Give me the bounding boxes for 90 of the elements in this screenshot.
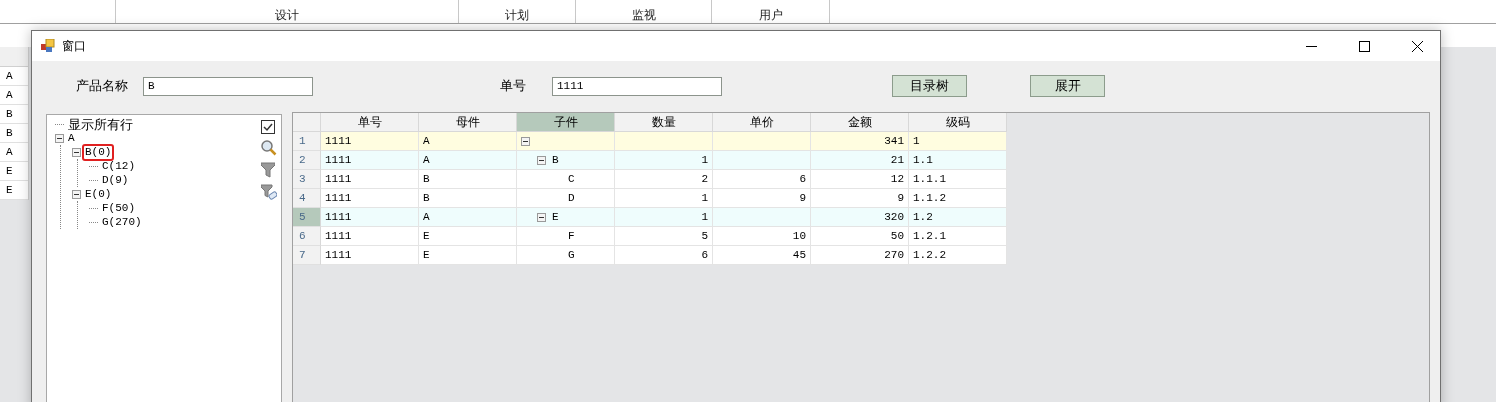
- table-cell: B: [0, 105, 28, 124]
- table-cell: 45: [713, 246, 811, 265]
- part-name: E: [552, 210, 559, 225]
- tree-node[interactable]: B(0): [82, 143, 115, 161]
- table-cell: E: [0, 162, 28, 181]
- table-cell: 50: [811, 227, 909, 246]
- product-name-field[interactable]: B: [143, 76, 313, 96]
- table-cell: 1111: [321, 132, 419, 151]
- collapse-icon[interactable]: [72, 189, 81, 199]
- table-cell: 1.2.2: [909, 246, 1007, 265]
- row-header[interactable]: 3: [293, 170, 321, 189]
- part-name: F: [568, 229, 575, 244]
- part-name: G: [568, 248, 575, 263]
- row-header[interactable]: 6: [293, 227, 321, 246]
- tree-button[interactable]: 目录树: [892, 75, 967, 97]
- table-cell: 341: [811, 132, 909, 151]
- checkbox-icon[interactable]: [261, 120, 275, 134]
- table-cell: A: [0, 143, 28, 162]
- table-cell: 1.2: [909, 208, 1007, 227]
- table-cell: E: [0, 181, 28, 200]
- table-cell: B: [0, 124, 28, 143]
- table-cell: A: [419, 208, 517, 227]
- collapse-icon[interactable]: [72, 147, 81, 157]
- table-cell: 1111: [321, 151, 419, 170]
- table-cell: 1: [615, 189, 713, 208]
- table-cell: 9: [811, 189, 909, 208]
- part-name: B: [552, 153, 559, 168]
- menu-item[interactable]: 计划: [505, 8, 529, 23]
- row-header[interactable]: 2: [293, 151, 321, 170]
- field-label: 单号: [500, 77, 527, 95]
- column-header[interactable]: 单号: [321, 113, 419, 132]
- table-cell: 1111: [321, 227, 419, 246]
- table-cell: 1.2.1: [909, 227, 1007, 246]
- collapse-icon[interactable]: [521, 136, 530, 146]
- table-cell: 270: [811, 246, 909, 265]
- collapse-icon[interactable]: [537, 155, 546, 165]
- table-cell: 1: [615, 208, 713, 227]
- table-cell: 2: [615, 170, 713, 189]
- column-header[interactable]: 子件: [517, 113, 615, 132]
- table-cell: 1.1.1: [909, 170, 1007, 189]
- table-cell: 1111: [321, 246, 419, 265]
- table-cell: 9: [713, 189, 811, 208]
- table-cell: B: [419, 170, 517, 189]
- table-cell: 320: [811, 208, 909, 227]
- row-header[interactable]: 1: [293, 132, 321, 151]
- menu-item[interactable]: 监视: [631, 8, 656, 23]
- close-icon[interactable]: [1411, 40, 1423, 52]
- table-cell: B: [419, 189, 517, 208]
- column-header[interactable]: 级码: [909, 113, 1007, 132]
- table-cell: 21: [811, 151, 909, 170]
- table-cell: 1: [615, 151, 713, 170]
- table-cell: 1.1.2: [909, 189, 1007, 208]
- collapse-icon[interactable]: [537, 212, 546, 222]
- menu-item[interactable]: 设计: [275, 8, 299, 23]
- table-cell: 10: [713, 227, 811, 246]
- table-cell: A: [419, 132, 517, 151]
- search-icon[interactable]: [261, 140, 277, 156]
- table-cell: 1111: [321, 208, 419, 227]
- maximize-icon[interactable]: [1358, 40, 1370, 52]
- table-cell: E: [419, 246, 517, 265]
- part-name: C: [568, 172, 575, 187]
- column-header[interactable]: 母件: [419, 113, 517, 132]
- table-cell: 1: [909, 132, 1007, 151]
- column-header[interactable]: 数量: [615, 113, 713, 132]
- corner-header: [293, 113, 321, 132]
- table-cell: 12: [811, 170, 909, 189]
- field-label: 产品名称: [76, 77, 129, 95]
- filter-icon[interactable]: [261, 162, 275, 178]
- collapse-icon[interactable]: [55, 133, 64, 143]
- table-cell: 6: [615, 246, 713, 265]
- clear-filter-icon[interactable]: [261, 184, 277, 200]
- table-cell: A: [0, 86, 28, 105]
- table-cell: 6: [713, 170, 811, 189]
- table-cell: E: [419, 227, 517, 246]
- table-cell: 1111: [321, 189, 419, 208]
- menu-item[interactable]: 用户: [758, 8, 783, 23]
- app-icon: [41, 39, 55, 53]
- expand-button[interactable]: 展开: [1030, 75, 1105, 97]
- table-cell: 1.1: [909, 151, 1007, 170]
- window-title: 窗口: [62, 37, 87, 55]
- table-cell: A: [419, 151, 517, 170]
- row-header[interactable]: 7: [293, 246, 321, 265]
- column-header[interactable]: 金额: [811, 113, 909, 132]
- table-cell: 5: [615, 227, 713, 246]
- column-header[interactable]: 单价: [713, 113, 811, 132]
- table-cell: 1111: [321, 170, 419, 189]
- table-cell: A: [0, 67, 28, 86]
- row-header[interactable]: 4: [293, 189, 321, 208]
- part-name: D: [568, 191, 575, 206]
- order-number-field[interactable]: 1111: [552, 76, 722, 96]
